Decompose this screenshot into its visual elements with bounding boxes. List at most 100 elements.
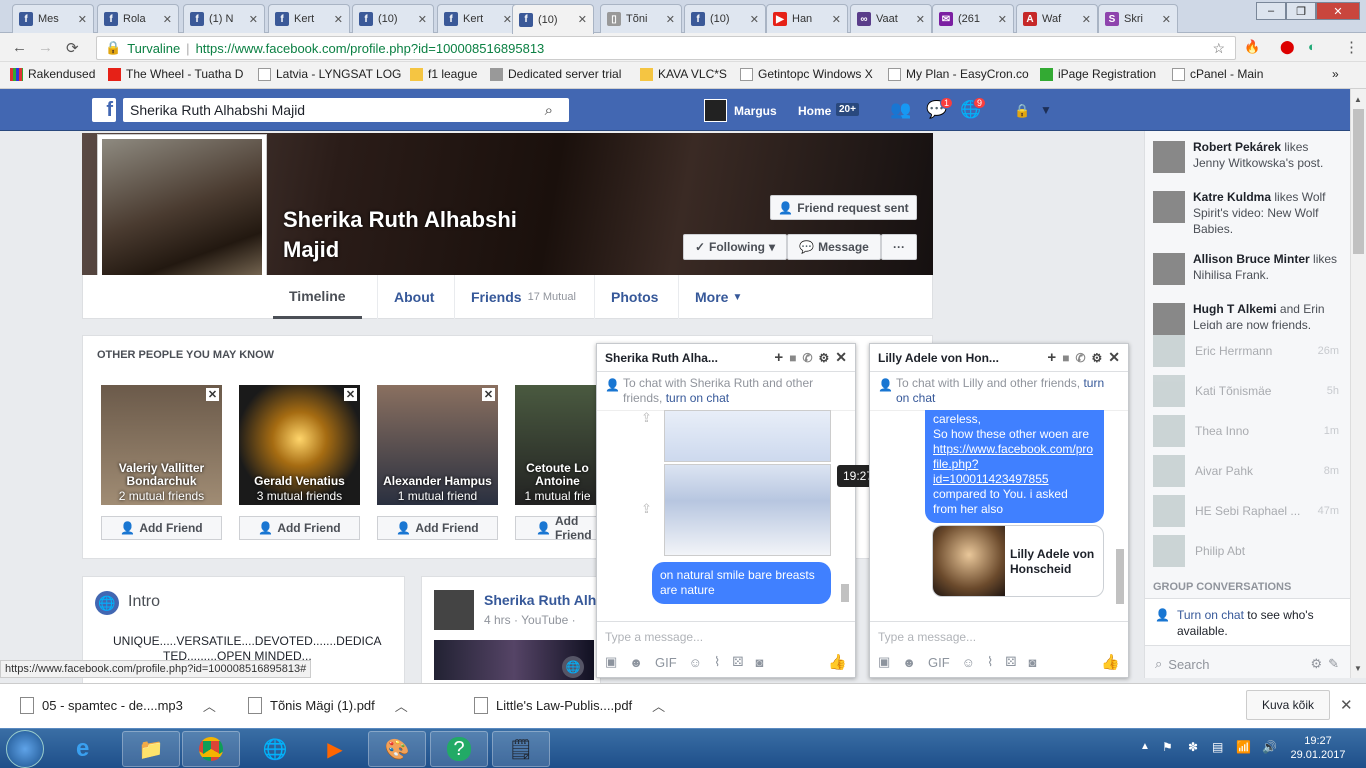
tray-volume-icon[interactable]: 🔊 [1262,740,1277,754]
maximize-button[interactable]: ❐ [1286,2,1316,20]
tray-signal-icon[interactable]: 📶 [1236,740,1251,754]
browser-tab[interactable]: ∞ Vaat ✕ [850,4,932,33]
gif-icon[interactable]: GIF [655,655,677,670]
sticker-icon[interactable]: ☻ [902,655,916,670]
close-tab-icon[interactable]: ✕ [503,13,512,26]
bookmark-item[interactable]: Rakendused [10,67,95,81]
tray-arrow-icon[interactable]: ▲ [1140,741,1150,752]
tray-network-icon[interactable]: ▤ [1212,740,1223,754]
add-friend-button[interactable]: 👤 Add Friend [515,514,600,542]
chat-title[interactable]: Lilly Adele von Hon... [878,351,999,365]
attach-icon[interactable]: ⌇ [987,654,993,670]
close-tab-icon[interactable]: ✕ [750,13,759,26]
close-tab-icon[interactable]: ✕ [418,13,427,26]
browser-tab[interactable]: f Kert ✕ [268,4,350,33]
camera-icon[interactable]: ◙ [756,655,764,670]
turn-on-chat-link[interactable]: turn on chat [666,391,729,405]
bookmark-item[interactable]: KAVA VLC*S [640,67,727,81]
emoji-icon[interactable]: ☺ [689,655,702,670]
paint-icon[interactable]: 🎨 [368,731,426,767]
contact-list-item[interactable]: Eric Herrmann 26m [1145,331,1351,371]
download-item[interactable]: Little's Law-Publis....pdf ︿ [474,696,665,715]
search-icon[interactable]: ⌕ [545,102,553,119]
mutual-friends-count[interactable]: 1 mutual frie [515,489,600,503]
tray-flag-icon[interactable]: ⚑ [1162,740,1173,754]
camera-icon[interactable]: ◙ [1029,655,1037,670]
turn-on-chat-link[interactable]: Turn on chat [1177,608,1244,622]
chevron-up-icon[interactable]: ︿ [203,696,216,715]
attach-icon[interactable]: ⌇ [714,654,720,670]
close-tab-icon[interactable]: ✕ [832,13,841,26]
ticker-story[interactable]: Allison Bruce Minter likes Nihilisa Fran… [1153,251,1343,285]
close-tab-icon[interactable]: ✕ [998,13,1007,26]
shared-profile-card[interactable]: Lilly Adele von Honscheid [932,525,1104,597]
chrome-icon[interactable] [182,731,240,767]
suggested-person-name[interactable]: Alexander Hampus [377,475,498,488]
close-tab-icon[interactable]: ✕ [578,13,587,26]
sticker-icon[interactable]: ☻ [629,655,643,670]
emoji-icon[interactable]: ☺ [962,655,975,670]
video-call-icon[interactable]: ■ [789,351,796,365]
download-item[interactable]: 05 - spamtec - de....mp3 ︿ [20,696,216,715]
suggested-person-card[interactable]: Valeriy Vallitter Bondarchuk 2 mutual fri… [101,385,222,505]
tab-friends[interactable]: Friends 17 Mutual [454,275,592,319]
url-field[interactable]: 🔒 Turvaline | https://www.facebook.com/p… [96,36,1236,60]
forward-icon[interactable]: → [38,39,53,56]
gear-icon[interactable]: ⚙ [819,351,830,365]
notes-icon[interactable]: 🗒 [492,731,550,767]
add-people-icon[interactable]: + [774,349,783,366]
game-icon[interactable]: ⚄ [1005,654,1016,670]
home-link[interactable]: Home [798,104,831,118]
page-scrollbar[interactable]: ▲ ▼ [1350,89,1366,678]
dismiss-icon[interactable]: ✕ [206,388,219,401]
contact-list-item[interactable]: Thea Inno 1m [1145,411,1351,451]
close-tab-icon[interactable]: ✕ [1162,13,1171,26]
media-player-icon[interactable]: ▶ [306,731,364,767]
tab-about[interactable]: About [377,275,450,319]
friend-request-sent-button[interactable]: 👤 Friend request sent [770,195,917,220]
suggested-person-name[interactable]: Valeriy Vallitter Bondarchuk [101,462,222,488]
contact-list-item[interactable]: HE Sebi Raphael ... 47m [1145,491,1351,531]
new-message-icon[interactable]: ✎ [1328,656,1339,672]
browser-tab[interactable]: ✉ (261 ✕ [932,4,1014,33]
start-button[interactable] [6,730,44,768]
message-button[interactable]: 💬 Message [787,234,881,260]
system-clock[interactable]: 19:27 29.01.2017 [1290,734,1346,762]
phone-icon[interactable]: ✆ [1075,351,1085,365]
add-friend-button[interactable]: 👤 Add Friend [239,516,360,540]
post-author-avatar[interactable] [434,590,474,630]
account-menu-chevron-icon[interactable]: ▼ [1040,103,1052,117]
tab-more[interactable]: More ▼ [678,275,758,319]
show-all-downloads-button[interactable]: Kuva kõik [1246,690,1330,720]
minimize-button[interactable]: – [1256,2,1286,20]
gear-icon[interactable]: ⚙ [1310,656,1322,672]
close-tab-icon[interactable]: ✕ [1082,13,1091,26]
close-icon[interactable]: ✕ [1340,696,1353,714]
tray-app-icon[interactable]: ✽ [1188,740,1198,754]
bookmark-item[interactable]: The Wheel - Tuatha D [108,67,243,81]
bookmark-item[interactable]: My Plan - EasyCron.co [888,67,1029,81]
dismiss-icon[interactable]: ✕ [344,388,357,401]
browser-tab[interactable]: f (10) ✕ [352,4,434,33]
bookmark-item[interactable]: f1 league [410,67,477,81]
user-avatar[interactable] [704,99,727,122]
user-name-link[interactable]: Margus [734,104,777,118]
close-tab-icon[interactable]: ✕ [916,13,925,26]
facebook-search-input[interactable]: Sherika Ruth Alhabshi Majid ⌕ [123,98,569,122]
bookmarks-overflow-icon[interactable]: » [1332,67,1339,81]
menu-icon[interactable]: ⋮ [1344,38,1359,56]
gear-icon[interactable]: ⚙ [1092,351,1103,365]
chat-title[interactable]: Sherika Ruth Alha... [605,351,718,365]
bookmark-item[interactable]: Getintopc Windows X [740,67,873,81]
suggested-person-card[interactable]: Cetoute Lo Antoine 1 mutual frie [515,385,600,505]
reload-icon[interactable]: ⟳ [66,39,79,57]
suggested-person-card[interactable]: Alexander Hampus 1 mutual friend ✕ [377,385,498,505]
browser-tab[interactable]: ▯ Tõni ✕ [600,4,682,33]
suggested-person-name[interactable]: Cetoute Lo Antoine [515,462,600,488]
chat-scrollbar[interactable] [1116,414,1126,614]
close-tab-icon[interactable]: ✕ [163,13,172,26]
back-icon[interactable]: ← [12,39,27,56]
add-friend-button[interactable]: 👤 Add Friend [101,516,222,540]
chat-screenshot-image[interactable] [664,410,831,462]
ticker-story[interactable]: Katre Kuldma likes Wolf Spirit's video: … [1153,189,1343,237]
